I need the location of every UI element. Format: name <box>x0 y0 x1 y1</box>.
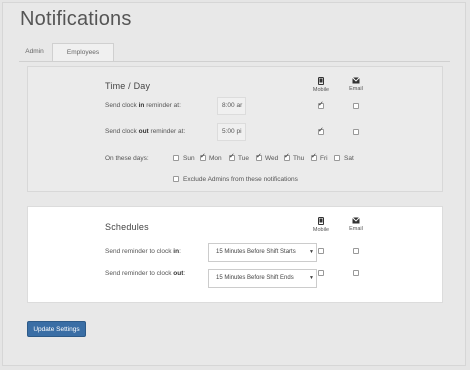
day-wed-checkbox[interactable] <box>256 152 262 161</box>
envelope-icon <box>352 217 360 224</box>
schedules-title: Schedules <box>105 222 149 232</box>
mobile-column-header: Mobile <box>306 77 336 93</box>
day-sun-checkbox[interactable] <box>173 155 179 161</box>
clock-in-email-checkbox[interactable] <box>353 103 359 109</box>
day-fri-checkbox[interactable] <box>311 152 317 161</box>
clock-out-mobile-checkbox[interactable] <box>318 126 324 135</box>
email-column-label: Email <box>349 86 363 92</box>
mobile-phone-icon <box>318 217 324 225</box>
envelope-icon <box>352 77 360 84</box>
mobile-column-label: Mobile <box>312 87 330 93</box>
schedule-clock-in-email-checkbox[interactable] <box>353 248 359 254</box>
schedule-clock-in-label: Send reminder to clock in: <box>105 248 181 255</box>
clock-out-reminder-value: 15 Minutes Before Shift Ends <box>216 275 294 281</box>
email-column-label: Email <box>349 226 363 232</box>
day-thu-checkbox[interactable] <box>284 152 290 161</box>
email-column-header: Email <box>341 217 371 232</box>
schedule-clock-in-mobile-checkbox[interactable] <box>318 248 324 254</box>
schedules-panel: Schedules Mobile Email Send reminder to … <box>27 206 443 303</box>
mobile-phone-icon <box>318 77 324 85</box>
schedule-clock-out-mobile-checkbox[interactable] <box>318 270 324 276</box>
dropdown-arrow-icon: ▼ <box>309 249 314 255</box>
time-day-title: Time / Day <box>105 81 151 91</box>
update-settings-button[interactable]: Update Settings <box>27 321 86 337</box>
clock-in-time-input[interactable]: 8:00 ar <box>217 97 246 115</box>
clock-out-reminder-select[interactable]: 15 Minutes Before Shift Ends ▼ <box>208 269 317 288</box>
clock-in-mobile-checkbox[interactable] <box>318 100 324 109</box>
email-column-header: Email <box>341 77 371 92</box>
schedule-clock-out-label: Send reminder to clock out: <box>105 270 186 277</box>
mobile-column-label: Mobile <box>312 227 330 233</box>
day-thu-label: Thu <box>293 155 305 162</box>
tab-divider <box>19 61 450 62</box>
day-sun-label: Sun <box>183 155 195 162</box>
clock-in-reminder-value: 15 Minutes Before Shift Starts <box>216 249 296 255</box>
day-mon-label: Mon <box>209 155 222 162</box>
days-label: On these days: <box>105 155 149 162</box>
day-tue-label: Tue <box>238 155 249 162</box>
dropdown-arrow-icon: ▼ <box>309 275 314 281</box>
page-title: Notifications <box>20 8 132 30</box>
day-sat-checkbox[interactable] <box>334 155 340 161</box>
day-fri-label: Fri <box>320 155 328 162</box>
day-sat-label: Sat <box>344 155 354 162</box>
schedule-clock-out-email-checkbox[interactable] <box>353 270 359 276</box>
exclude-admins-checkbox[interactable] <box>173 176 179 182</box>
clock-out-email-checkbox[interactable] <box>353 129 359 135</box>
clock-out-time-input[interactable]: 5:00 pi <box>217 123 246 141</box>
tab-employees[interactable]: Employees <box>52 43 114 61</box>
time-day-panel: Time / Day Mobile Email Send clock in re… <box>27 66 443 192</box>
day-wed-label: Wed <box>265 155 279 162</box>
exclude-admins-label: Exclude Admins from these notifications <box>183 176 298 183</box>
mobile-column-header: Mobile <box>306 217 336 233</box>
day-mon-checkbox[interactable] <box>200 152 206 161</box>
day-tue-checkbox[interactable] <box>229 152 235 161</box>
tab-admin[interactable]: Admin <box>19 43 50 61</box>
clock-in-reminder-label: Send clock in reminder at: <box>105 102 181 109</box>
clock-in-reminder-select[interactable]: 15 Minutes Before Shift Starts ▼ <box>208 243 317 262</box>
clock-out-reminder-label: Send clock out reminder at: <box>105 128 186 135</box>
